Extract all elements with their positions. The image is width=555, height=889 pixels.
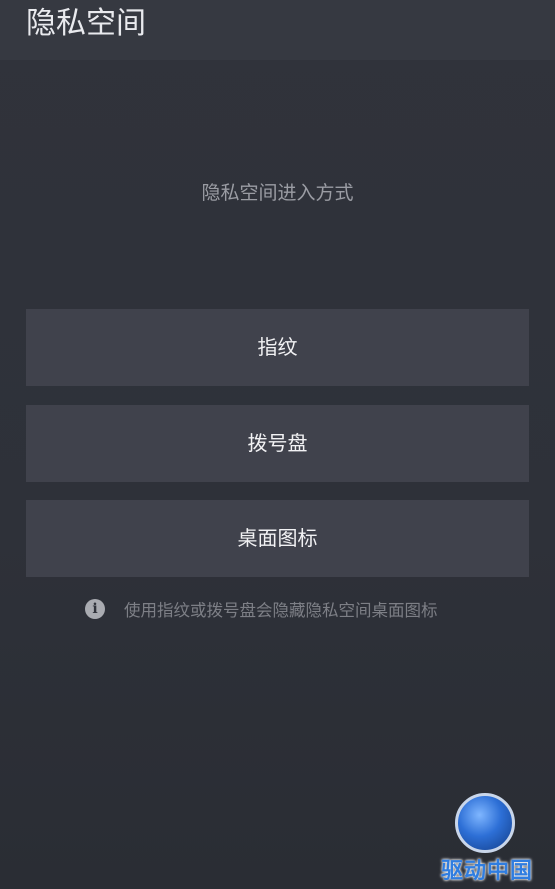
entry-method-heading: 隐私空间进入方式 [201,182,354,204]
info-hint-text: 使用指纹或拨号盘会隐藏隐私空间桌面图标 [124,601,438,620]
app-header: 隐私空间 [0,0,555,60]
info-icon: i [85,599,105,619]
watermark-logo: 驱动中国 [427,793,547,885]
watermark-text: 驱动中国 [440,859,533,884]
page-title: 隐私空间 [26,6,146,41]
desktop-icon-button[interactable]: 桌面图标 [26,500,529,577]
info-hint: i 使用指纹或拨号盘会隐藏隐私空间桌面图标 [85,597,438,621]
fingerprint-button[interactable]: 指纹 [26,309,529,386]
watermark-globe-icon [455,793,515,853]
private-space-screen: 隐私空间 隐私空间进入方式 指纹 拨号盘 桌面图标 i 使用指纹或拨号盘会隐藏隐… [0,0,555,889]
dialer-button[interactable]: 拨号盘 [26,405,529,482]
